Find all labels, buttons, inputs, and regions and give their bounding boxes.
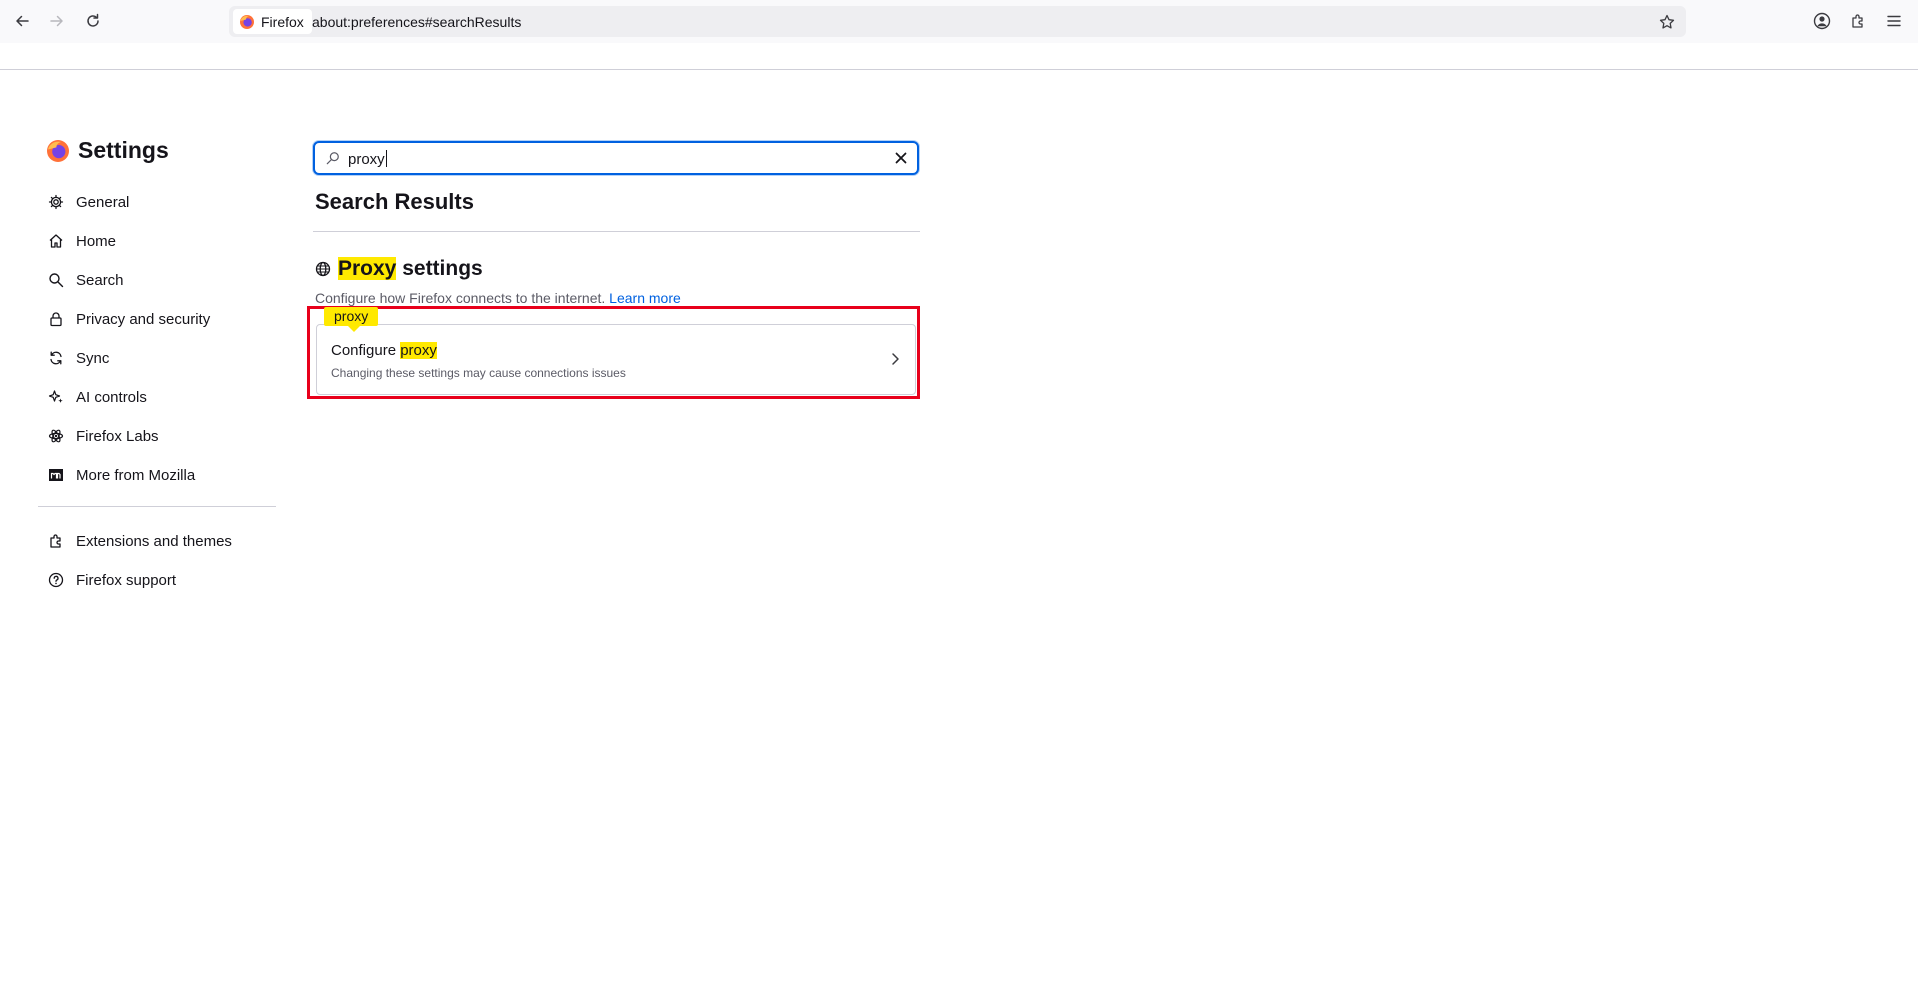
description-text: Configure how Firefox connects to the in… — [315, 290, 606, 306]
sidebar-item-label: Search — [76, 271, 124, 289]
gear-icon — [48, 194, 64, 210]
sidebar-item-more-from-mozilla[interactable]: More from Mozilla — [38, 458, 276, 492]
proxy-settings-title: Proxy settings — [338, 257, 483, 281]
account-button[interactable] — [1807, 6, 1837, 36]
star-icon — [1659, 14, 1675, 29]
search-highlight: Proxy — [338, 257, 397, 280]
back-arrow-icon — [16, 15, 29, 27]
help-icon — [48, 572, 64, 588]
sidebar-item-ai-controls[interactable]: AI controls — [38, 380, 276, 414]
firefox-logo-icon — [240, 14, 254, 29]
sidebar-item-general[interactable]: General — [38, 185, 276, 219]
close-icon — [895, 152, 907, 164]
search-icon — [326, 152, 339, 165]
configure-proxy-title: Configure proxy — [331, 342, 437, 359]
settings-title: Settings — [78, 137, 169, 163]
settings-brand: Settings — [46, 137, 169, 164]
account-icon — [1813, 12, 1831, 30]
configure-proxy-button[interactable]: Configure proxy Changing these settings … — [316, 324, 916, 395]
sidebar-item-label: Sync — [76, 349, 110, 367]
sidebar-item-label: AI controls — [76, 388, 147, 406]
atom-icon — [48, 429, 64, 443]
chevron-right-button[interactable] — [889, 352, 901, 371]
toolbar-divider — [0, 69, 1918, 70]
search-results-title: Search Results — [315, 189, 474, 214]
search-icon — [49, 273, 64, 288]
learn-more-link[interactable]: Learn more — [609, 290, 681, 306]
mozilla-icon — [49, 469, 63, 481]
reload-button[interactable] — [78, 6, 108, 36]
sidebar-item-label: Extensions and themes — [76, 532, 232, 550]
sidebar-item-home[interactable]: Home — [38, 224, 276, 258]
sidebar-item-privacy[interactable]: Privacy and security — [38, 302, 276, 336]
text-caret — [385, 150, 387, 167]
sidebar-item-label: More from Mozilla — [76, 466, 196, 484]
sidebar-item-extensions-themes[interactable]: Extensions and themes — [38, 524, 276, 558]
search-input-value[interactable]: proxy — [348, 150, 387, 168]
sidebar-item-label: Firefox Labs — [76, 427, 159, 445]
browser-toolbar: Firefox about:preferences#searchResults — [0, 0, 1918, 43]
globe-icon — [315, 261, 331, 277]
menu-button[interactable] — [1879, 6, 1909, 36]
search-query-text: proxy — [348, 151, 385, 168]
sidebar-item-label: Firefox support — [76, 571, 177, 589]
forward-button[interactable] — [42, 6, 72, 36]
title-prefix: Configure — [331, 342, 401, 359]
clear-search-button[interactable] — [894, 151, 908, 170]
home-icon — [49, 234, 63, 248]
search-highlight: proxy — [400, 342, 437, 359]
lock-icon — [50, 312, 62, 327]
url-bar[interactable]: Firefox about:preferences#searchResults — [229, 6, 1686, 37]
sync-icon — [50, 351, 62, 365]
sidebar-item-search[interactable]: Search — [38, 263, 276, 297]
extensions-button[interactable] — [1843, 6, 1873, 36]
sparkle-icon — [48, 390, 63, 403]
sidebar-item-firefox-support[interactable]: Firefox support — [38, 563, 276, 597]
sidebar-item-sync[interactable]: Sync — [38, 341, 276, 375]
back-button[interactable] — [7, 6, 37, 36]
results-divider — [313, 231, 920, 232]
chevron-right-icon — [892, 353, 899, 365]
site-identity-button[interactable]: Firefox — [233, 9, 312, 34]
url-text[interactable]: about:preferences#searchResults — [312, 14, 521, 30]
sidebar-item-label: Privacy and security — [76, 310, 211, 328]
puzzle-icon — [50, 534, 61, 548]
forward-arrow-icon — [50, 15, 63, 27]
firefox-logo-icon — [47, 139, 69, 162]
bookmark-star-button[interactable] — [1652, 7, 1682, 37]
settings-search-input[interactable]: proxy — [313, 141, 919, 175]
sidebar-item-firefox-labs[interactable]: Firefox Labs — [38, 419, 276, 453]
identity-label: Firefox — [261, 13, 304, 30]
puzzle-icon — [1852, 14, 1863, 28]
reload-icon — [87, 13, 99, 27]
title-rest: settings — [396, 257, 483, 280]
sidebar-divider — [38, 506, 276, 507]
configure-proxy-description: Changing these settings may cause connec… — [331, 366, 626, 380]
sidebar-item-label: General — [76, 193, 130, 211]
search-match-tooltip: proxy — [324, 307, 379, 332]
sidebar-item-label: Home — [76, 232, 117, 250]
proxy-settings-description: Configure how Firefox connects to the in… — [315, 290, 681, 306]
proxy-settings-header: Proxy settings — [315, 257, 483, 281]
hamburger-menu-icon — [1887, 15, 1901, 27]
